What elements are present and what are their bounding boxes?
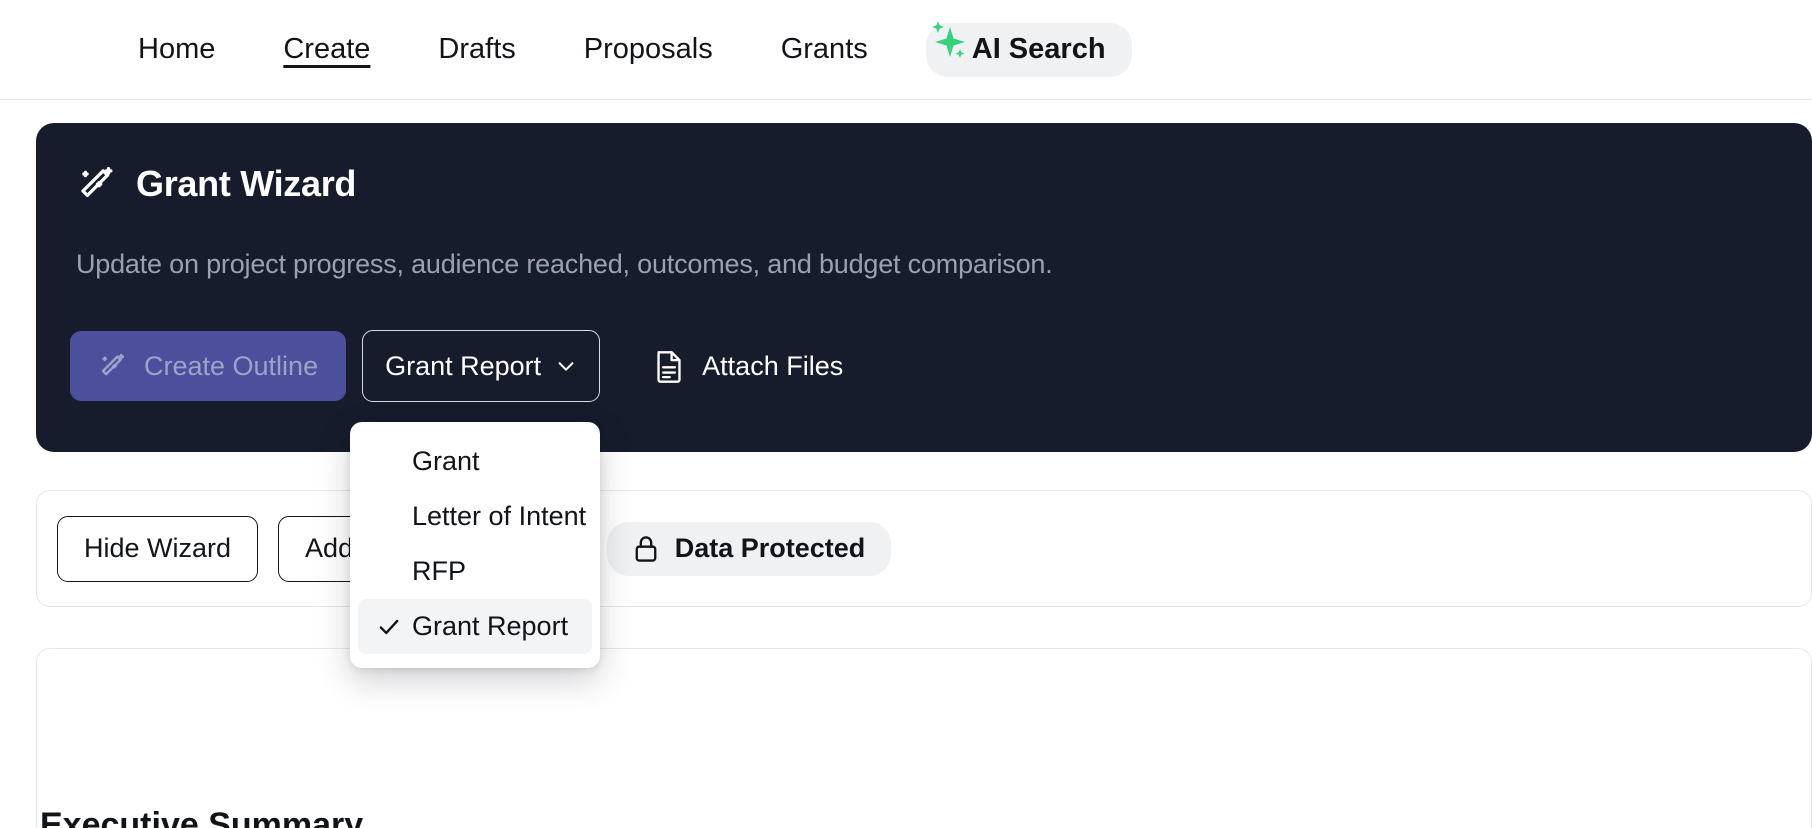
dropdown-option-label: Grant Report <box>412 611 569 641</box>
wizard-action-row: Create Outline Grant Report Attach Files <box>36 280 1812 402</box>
wizard-description: Update on project progress, audience rea… <box>76 249 1053 279</box>
hide-wizard-button[interactable]: Hide Wizard <box>57 515 259 582</box>
lower-content-panel <box>36 648 1812 828</box>
dropdown-option-label: RFP <box>412 556 466 586</box>
dropdown-option-grant-report[interactable]: Grant Report <box>358 599 592 654</box>
nav-item-proposals[interactable]: Proposals <box>550 35 747 64</box>
ai-search-label: AI Search <box>971 33 1106 65</box>
nav-item-home[interactable]: Home <box>104 35 249 64</box>
magic-wand-icon <box>101 353 125 376</box>
sparkle-icon <box>931 20 965 58</box>
page-title: Grant Wizard <box>136 163 357 204</box>
magic-wand-icon <box>81 166 113 198</box>
data-protected-badge: Data Protected <box>606 521 892 576</box>
wizard-toolbar: Hide Wizard Add Context Setup Data Prote… <box>36 490 1812 607</box>
attach-files-label: Attach Files <box>702 350 844 381</box>
attach-files-button[interactable]: Attach Files <box>644 336 853 396</box>
nav-item-drafts[interactable]: Drafts <box>404 35 549 64</box>
grant-wizard-card: Grant Wizard Update on project progress,… <box>36 123 1812 452</box>
chevron-down-icon <box>558 362 574 371</box>
document-icon <box>657 351 681 383</box>
nav-item-list: Home Create Drafts Proposals Grants AI S… <box>0 20 1132 77</box>
wizard-header: Grant Wizard <box>36 123 1812 205</box>
lock-icon <box>635 535 657 562</box>
dropdown-option-label: Grant <box>412 446 480 476</box>
document-type-value: Grant Report <box>385 350 542 381</box>
lower-panel-heading: Executive Summary <box>40 806 364 828</box>
document-type-select[interactable]: Grant Report <box>362 330 601 402</box>
check-icon <box>379 619 399 634</box>
create-outline-button[interactable]: Create Outline <box>70 331 347 401</box>
nav-item-create[interactable]: Create <box>249 35 404 64</box>
dropdown-option-label: Letter of Intent <box>412 501 587 531</box>
create-outline-label: Create Outline <box>144 350 319 381</box>
data-protected-label: Data Protected <box>674 533 866 563</box>
nav-item-grants[interactable]: Grants <box>747 35 902 64</box>
dropdown-option-grant[interactable]: Grant <box>350 434 600 489</box>
ai-search-button[interactable]: AI Search <box>925 20 1132 77</box>
dropdown-option-rfp[interactable]: RFP <box>350 544 600 599</box>
app-root: Home Create Drafts Proposals Grants AI S… <box>0 0 1812 828</box>
dropdown-option-letter-of-intent[interactable]: Letter of Intent <box>350 489 600 544</box>
top-navigation-bar: Home Create Drafts Proposals Grants AI S… <box>0 0 1812 100</box>
document-type-dropdown-menu: Grant Letter of Intent RFP Grant Report <box>350 422 600 668</box>
